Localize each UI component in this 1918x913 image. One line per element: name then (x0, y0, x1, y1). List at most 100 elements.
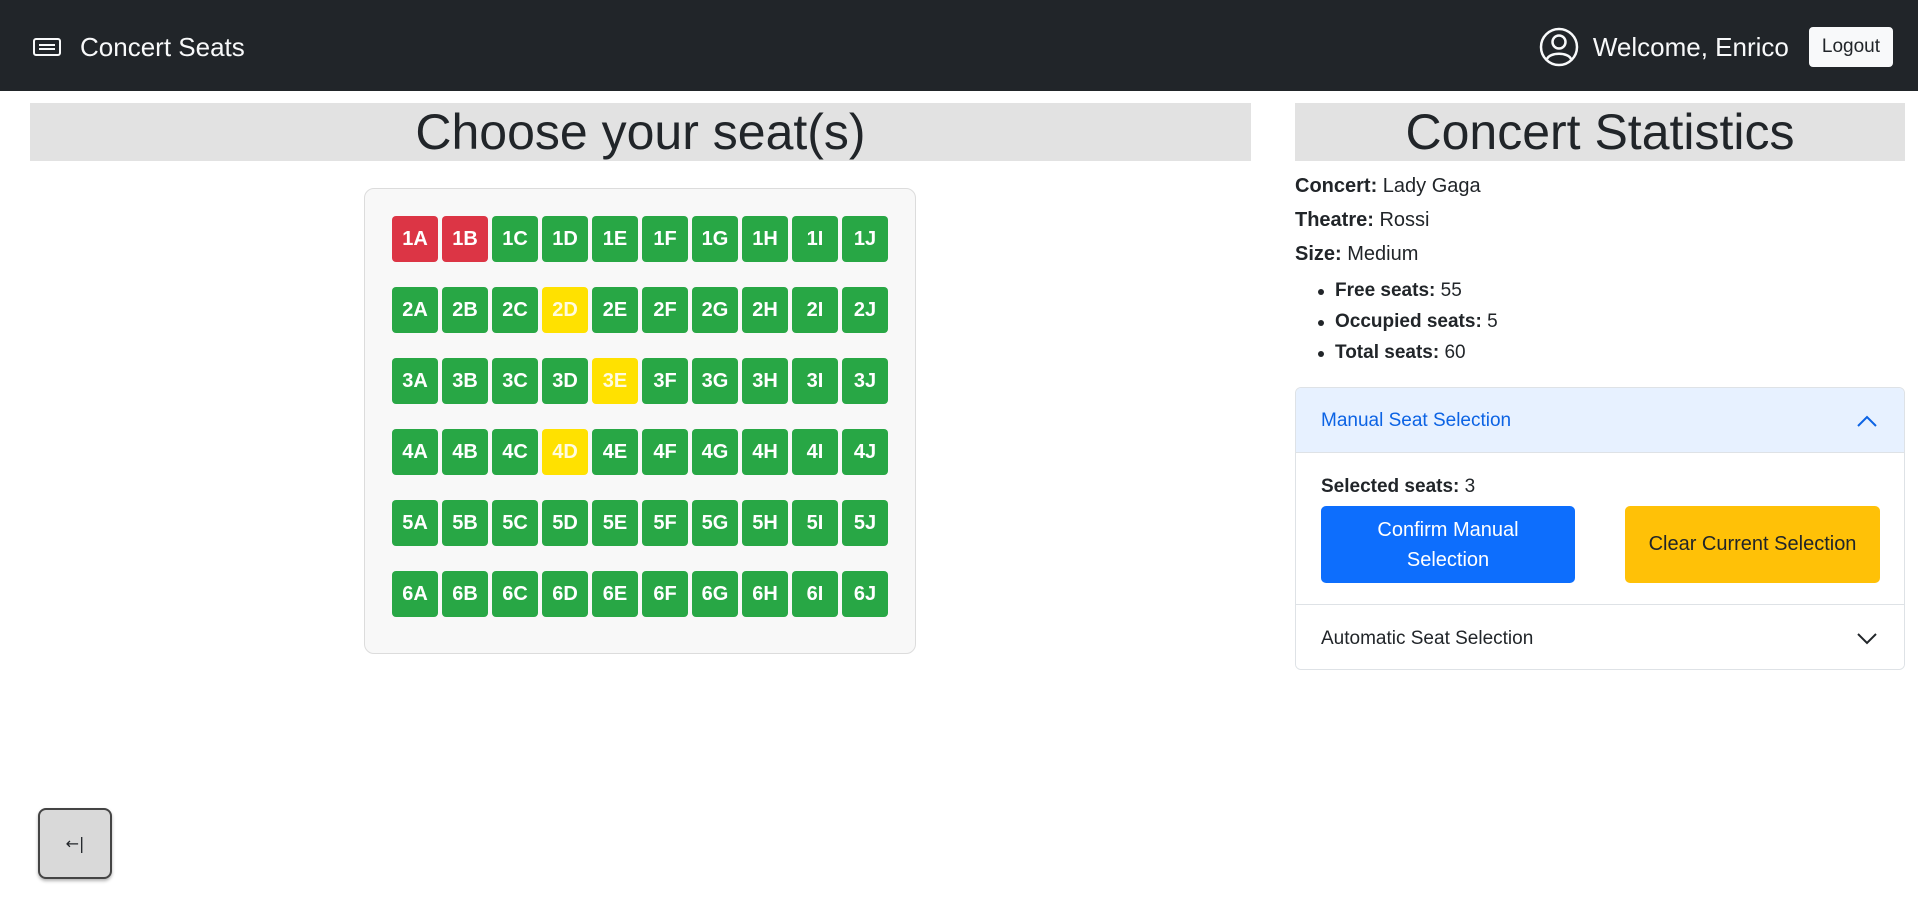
seat-6j[interactable]: 6J (842, 571, 888, 617)
seat-6e[interactable]: 6E (592, 571, 638, 617)
concert-info: Concert: Lady Gaga (1295, 175, 1481, 198)
seat-3h[interactable]: 3H (742, 358, 788, 404)
statistics-title: Concert Statistics (1295, 103, 1905, 161)
navbar: Concert Seats Welcome, Enrico Logout (0, 0, 1918, 91)
seat-1g[interactable]: 1G (692, 216, 738, 262)
seat-3g[interactable]: 3G (692, 358, 738, 404)
selection-accordion: Manual Seat Selection Selected seats: 3 … (1295, 387, 1905, 670)
seat-1d[interactable]: 1D (542, 216, 588, 262)
seat-6f[interactable]: 6F (642, 571, 688, 617)
seat-2f[interactable]: 2F (642, 287, 688, 333)
seat-4c[interactable]: 4C (492, 429, 538, 475)
seat-chooser-title: Choose your seat(s) (30, 103, 1251, 161)
seat-5j[interactable]: 5J (842, 500, 888, 546)
manual-selection-header[interactable]: Manual Seat Selection (1296, 388, 1904, 453)
seat-6h[interactable]: 6H (742, 571, 788, 617)
seat-3c[interactable]: 3C (492, 358, 538, 404)
seat-3j[interactable]: 3J (842, 358, 888, 404)
seat-2a[interactable]: 2A (392, 287, 438, 333)
seat-5i[interactable]: 5I (792, 500, 838, 546)
welcome-text: Welcome, Enrico (1592, 31, 1789, 62)
seat-4j[interactable]: 4J (842, 429, 888, 475)
total-seats-label: Total seats: (1335, 342, 1440, 363)
seat-6a[interactable]: 6A (392, 571, 438, 617)
seat-5d[interactable]: 5D (542, 500, 588, 546)
automatic-selection-header[interactable]: Automatic Seat Selection (1296, 605, 1904, 669)
seat-5f[interactable]: 5F (642, 500, 688, 546)
total-seats-item: Total seats: 60 (1318, 339, 1498, 370)
seat-3d[interactable]: 3D (542, 358, 588, 404)
user-area: Welcome, Enrico Logout (1539, 27, 1893, 67)
seat-2g[interactable]: 2G (692, 287, 738, 333)
seat-3i[interactable]: 3I (792, 358, 838, 404)
seat-5a[interactable]: 5A (392, 500, 438, 546)
seat-2d[interactable]: 2D (542, 287, 588, 333)
seat-3a[interactable]: 3A (392, 358, 438, 404)
seat-map-panel: 1A 1B 1C 1D 1E 1F 1G 1H 1I 1J 2A 2B 2C 2D 2E 2F 2G 2H 2I 2J… (364, 188, 916, 654)
seat-4g[interactable]: 4G (692, 429, 738, 475)
seat-2e[interactable]: 2E (592, 287, 638, 333)
confirm-manual-selection-button[interactable]: Confirm Manual Selection (1321, 506, 1575, 583)
collapse-sidebar-button[interactable]: ←| (38, 808, 112, 879)
selected-seats-label: Selected seats: (1321, 476, 1460, 497)
seat-1c[interactable]: 1C (492, 216, 538, 262)
seat-6b[interactable]: 6B (442, 571, 488, 617)
seat-6c[interactable]: 6C (492, 571, 538, 617)
seat-1f[interactable]: 1F (642, 216, 688, 262)
size-info: Size: Medium (1295, 243, 1418, 266)
occupied-seats-value: 5 (1487, 311, 1498, 332)
size-value: Medium (1347, 243, 1419, 265)
clear-selection-button[interactable]: Clear Current Selection (1625, 506, 1880, 583)
theatre-info: Theatre: Rossi (1295, 209, 1429, 232)
seat-1i[interactable]: 1I (792, 216, 838, 262)
logout-button[interactable]: Logout (1808, 27, 1893, 67)
seat-3e[interactable]: 3E (592, 358, 638, 404)
seat-3b[interactable]: 3B (442, 358, 488, 404)
seat-2i[interactable]: 2I (792, 287, 838, 333)
chevron-down-icon (1857, 633, 1877, 645)
manual-selection-title: Manual Seat Selection (1321, 410, 1512, 431)
brand-link[interactable]: Concert Seats (32, 30, 245, 64)
seat-5e[interactable]: 5E (592, 500, 638, 546)
seat-5c[interactable]: 5C (492, 500, 538, 546)
concert-value: Lady Gaga (1382, 175, 1481, 197)
manual-selection-body: Selected seats: 3 Confirm Manual Selecti… (1296, 453, 1904, 605)
seat-6g[interactable]: 6G (692, 571, 738, 617)
automatic-selection-title: Automatic Seat Selection (1321, 628, 1534, 649)
seat-5b[interactable]: 5B (442, 500, 488, 546)
selected-seats-count: 3 (1464, 476, 1476, 497)
seat-4h[interactable]: 4H (742, 429, 788, 475)
seat-6d[interactable]: 6D (542, 571, 588, 617)
occupied-seats-item: Occupied seats: 5 (1318, 308, 1498, 339)
seat-5g[interactable]: 5G (692, 500, 738, 546)
user-circle-icon (1539, 27, 1579, 67)
seat-2b[interactable]: 2B (442, 287, 488, 333)
free-seats-value: 55 (1440, 280, 1462, 301)
seat-2h[interactable]: 2H (742, 287, 788, 333)
total-seats-value: 60 (1444, 342, 1466, 363)
concert-label: Concert: (1295, 175, 1378, 197)
seat-4i[interactable]: 4I (792, 429, 838, 475)
seat-4e[interactable]: 4E (592, 429, 638, 475)
size-label: Size: (1295, 243, 1342, 265)
seat-5h[interactable]: 5H (742, 500, 788, 546)
seat-2c[interactable]: 2C (492, 287, 538, 333)
seat-2j[interactable]: 2J (842, 287, 888, 333)
seat-1h[interactable]: 1H (742, 216, 788, 262)
seat-4a[interactable]: 4A (392, 429, 438, 475)
chevron-up-icon (1857, 415, 1877, 427)
seat-1j[interactable]: 1J (842, 216, 888, 262)
seat-grid: 1A 1B 1C 1D 1E 1F 1G 1H 1I 1J 2A 2B 2C 2D 2E 2F 2G 2H 2I 2J… (392, 216, 888, 617)
seat-1b: 1B (442, 216, 488, 262)
seat-4b[interactable]: 4B (442, 429, 488, 475)
seat-4d[interactable]: 4D (542, 429, 588, 475)
seat-3f[interactable]: 3F (642, 358, 688, 404)
brand-name: Concert Seats (80, 31, 245, 62)
free-seats-item: Free seats: 55 (1318, 277, 1498, 308)
free-seats-label: Free seats: (1335, 280, 1436, 301)
theatre-value: Rossi (1379, 209, 1430, 231)
seat-4f[interactable]: 4F (642, 429, 688, 475)
seat-1a: 1A (392, 216, 438, 262)
seat-1e[interactable]: 1E (592, 216, 638, 262)
seat-6i[interactable]: 6I (792, 571, 838, 617)
